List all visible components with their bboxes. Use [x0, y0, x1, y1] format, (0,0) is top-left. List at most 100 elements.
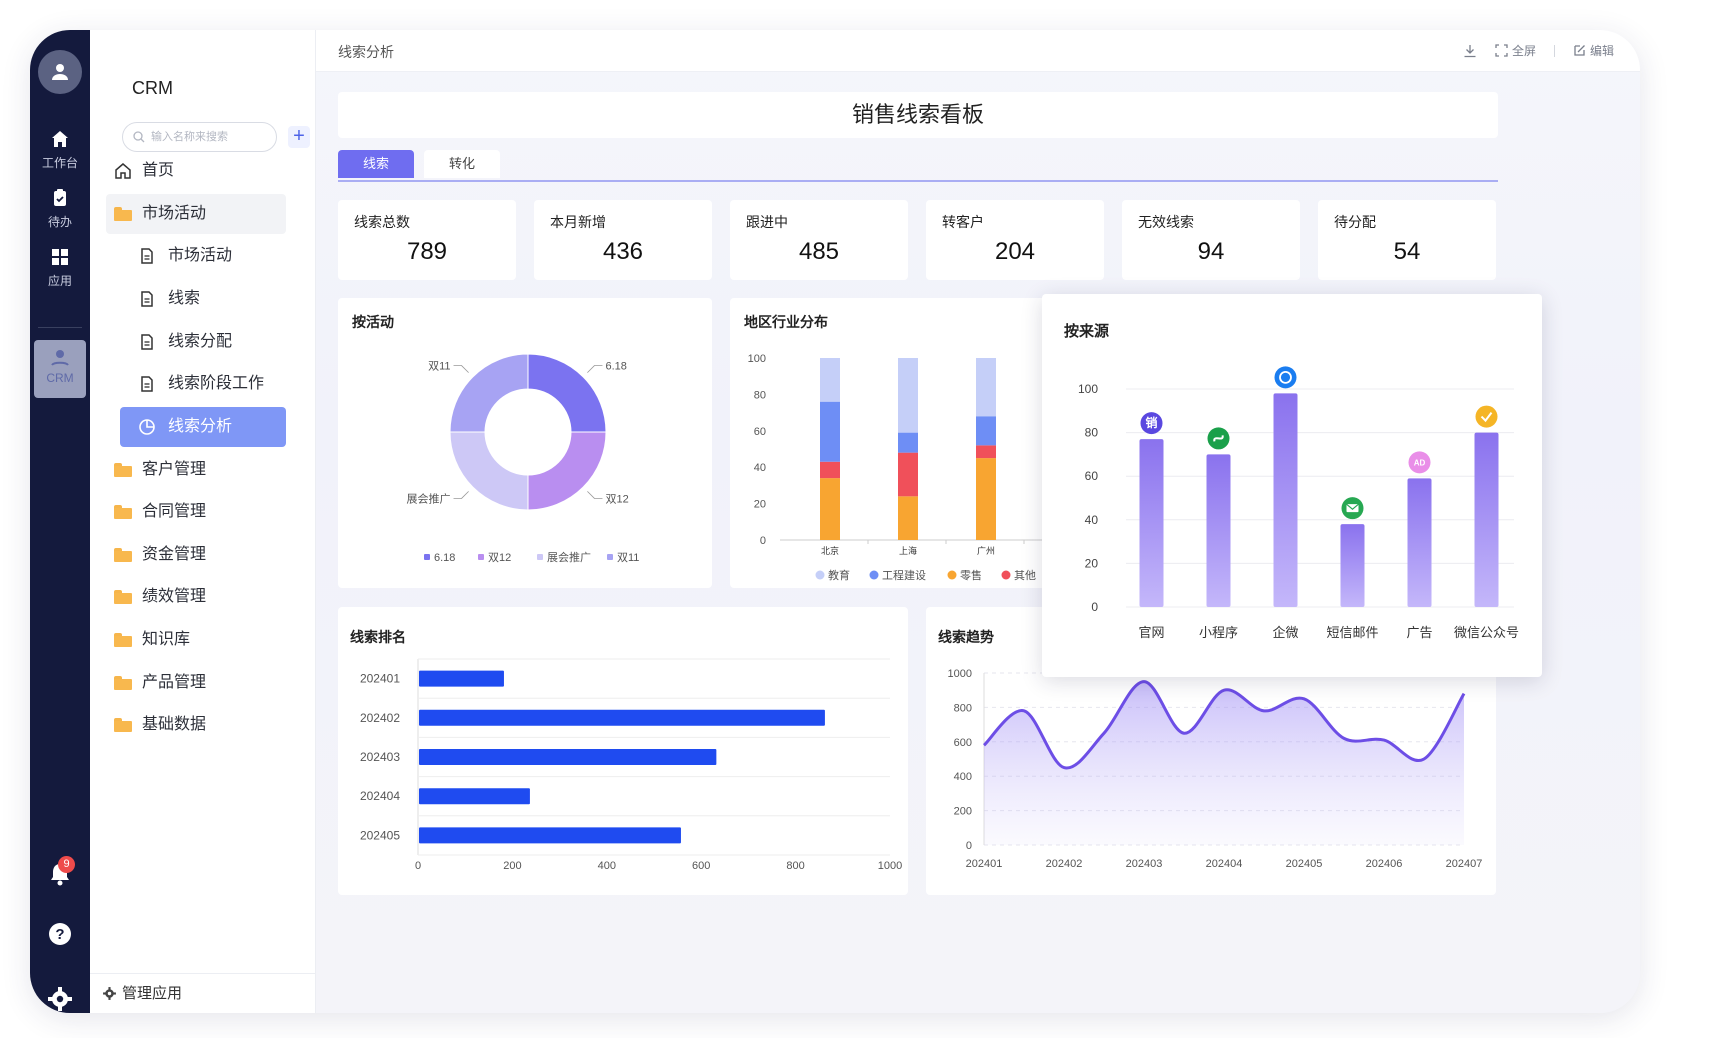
stat-card-following: 跟进中 485 [730, 200, 908, 280]
apps-grid-icon [52, 249, 68, 265]
x-tick-label: 202402 [1046, 858, 1083, 870]
stacked-bar-segment [898, 432, 918, 453]
menu-group-base-data[interactable]: 基础数据 [106, 705, 286, 745]
legend-swatch [607, 554, 613, 560]
legend-label: 零售 [960, 568, 982, 582]
manage-apps-button[interactable]: 管理应用 [90, 973, 316, 1013]
menu-item-label: 合同管理 [142, 503, 207, 520]
tab-conversion[interactable]: 转化 [424, 150, 500, 178]
menu-group-products[interactable]: 产品管理 [106, 663, 286, 703]
menu-group-knowledge[interactable]: 知识库 [106, 620, 286, 660]
stat-card-converted: 转客户 204 [926, 200, 1104, 280]
search-icon [133, 131, 145, 143]
rail-label: 工作台 [41, 156, 78, 170]
fullscreen-button[interactable]: 全屏 [1495, 42, 1536, 59]
rail-apps[interactable]: 应用 [30, 246, 90, 289]
y-tick-label: 40 [754, 462, 766, 474]
y-tick-label: 1000 [948, 668, 972, 680]
source-icon-glyph: AD [1414, 458, 1426, 467]
top-bar: 线索分析 全屏 编辑 [316, 30, 1640, 72]
app-brand: CRM [132, 78, 173, 98]
settings-gear-icon[interactable] [46, 985, 74, 1013]
menu-item-lead-stage[interactable]: 线索阶段工作 [120, 364, 286, 404]
donut-leader-line [587, 365, 603, 373]
x-tick-label: 800 [786, 860, 804, 872]
stacked-bar-segment [976, 416, 996, 446]
y-tick-label: 80 [1085, 426, 1099, 440]
edit-button[interactable]: 编辑 [1573, 42, 1614, 59]
pie-chart-icon [139, 419, 155, 435]
trend-area [984, 681, 1464, 845]
rail-todo[interactable]: 待办 [30, 187, 90, 230]
donut-label: 展会推广 [407, 491, 451, 505]
x-tick-label: 202407 [1446, 858, 1483, 870]
legend-swatch [815, 570, 825, 580]
menu-item-lead-assign[interactable]: 线索分配 [120, 322, 286, 362]
horizontal-bar-chart: 202401 202402 202403 202404 202405 0 200 400 600… [360, 658, 902, 872]
x-tick-label: 600 [692, 860, 710, 872]
notification-badge: 9 [58, 856, 75, 873]
add-button[interactable]: + [288, 126, 310, 148]
rail-divider [38, 327, 82, 328]
user-icon [52, 64, 68, 80]
menu-item-label: 线索 [168, 290, 201, 307]
stat-card-total: 线索总数 789 [338, 200, 516, 280]
rail-label: 应用 [47, 274, 72, 288]
source-icon-glyph: 销 [1145, 415, 1157, 430]
menu-group-customers[interactable]: 客户管理 [106, 450, 286, 490]
donut-label: 双12 [605, 492, 628, 505]
y-tick-label: 80 [754, 389, 766, 401]
stacked-bar-segment [976, 445, 996, 459]
menu-item-label: 线索阶段工作 [168, 375, 265, 392]
y-tick-label: 0 [760, 535, 766, 547]
rail-workbench[interactable]: 工作台 [30, 128, 90, 171]
svg-text:?: ? [55, 926, 64, 943]
menu-item-label: 线索分析 [168, 418, 233, 435]
menu-item-home[interactable]: 首页 [106, 151, 286, 191]
source-bar-chart: 0 20 40 60 80 100 官网 销小程序 企微 短信邮件 广告 AD 微信公众号 [1078, 366, 1519, 640]
x-tick-label: 小程序 [1199, 625, 1238, 640]
menu-item-label: 绩效管理 [142, 588, 207, 605]
legend-label: 展会推广 [547, 550, 591, 564]
tab-leads[interactable]: 线索 [338, 150, 414, 178]
menu-group-marketing[interactable]: 市场活动 [106, 194, 286, 234]
search-input[interactable]: 输入名称来搜索 [122, 122, 277, 152]
menu-item-leads[interactable]: 线索 [120, 279, 286, 319]
help-icon[interactable]: ? [46, 920, 74, 948]
ranking-bar [419, 670, 504, 687]
menu-item-label: 资金管理 [142, 546, 207, 563]
x-tick-label: 202403 [1126, 858, 1163, 870]
menu-group-contracts[interactable]: 合同管理 [106, 492, 286, 532]
legend-swatch [478, 554, 484, 560]
stat-value: 54 [1393, 238, 1421, 265]
menu-item-label: 市场活动 [142, 205, 207, 222]
menu-group-performance[interactable]: 绩效管理 [106, 577, 286, 617]
legend-swatch [1001, 570, 1011, 580]
rail-crm[interactable]: CRM [34, 340, 86, 398]
stat-card-unassigned: 待分配 54 [1318, 200, 1496, 280]
user-avatar[interactable] [38, 50, 82, 94]
download-button[interactable] [1463, 44, 1477, 58]
menu-item-lead-analysis[interactable]: 线索分析 [120, 407, 286, 447]
menu-item-label: 产品管理 [142, 674, 207, 691]
menu-item-label: 线索分配 [168, 333, 233, 350]
x-tick-label: 微信公众号 [1454, 625, 1519, 640]
document-icon [141, 291, 153, 307]
stacked-bar-segment [976, 458, 996, 540]
legend-label: 工程建设 [882, 568, 926, 582]
y-tick-label: 60 [754, 426, 766, 438]
stacked-bar-segment [820, 401, 840, 462]
menu-item-marketing-activity[interactable]: 市场活动 [120, 236, 286, 276]
folder-icon [114, 676, 132, 690]
document-icon [141, 376, 153, 392]
source-bar [1340, 524, 1365, 607]
source-bar [1139, 439, 1164, 607]
board-title: 销售线索看板 [338, 92, 1498, 138]
stacked-bar-segment [820, 461, 840, 479]
y-tick-label: 800 [954, 702, 972, 714]
source-bar [1273, 393, 1298, 607]
stat-label: 跟进中 [746, 214, 788, 230]
legend-swatch [869, 570, 879, 580]
stat-label: 转客户 [942, 214, 984, 230]
menu-group-funds[interactable]: 资金管理 [106, 535, 286, 575]
